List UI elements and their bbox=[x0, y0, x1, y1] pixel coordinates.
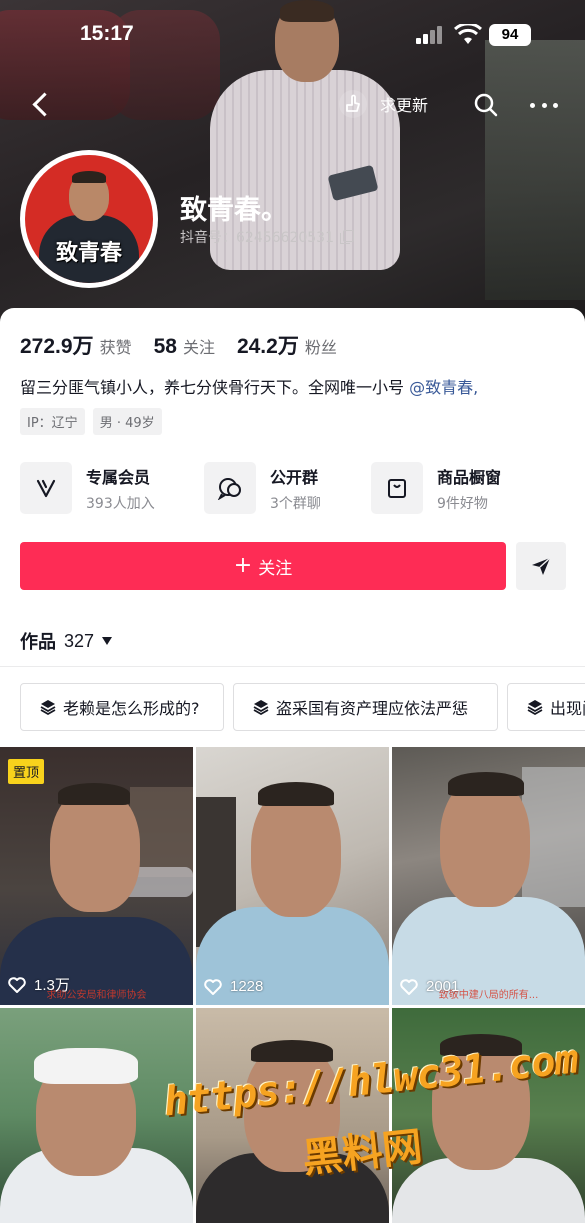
ip-location-tag: IP：辽宁 bbox=[20, 408, 85, 435]
battery-indicator: 94 bbox=[489, 24, 531, 46]
heart-icon bbox=[8, 976, 26, 993]
feature-membership[interactable]: 专属会员 393人加入 bbox=[20, 460, 155, 516]
plus-icon: + bbox=[233, 553, 253, 578]
video-thumbnail[interactable]: 1228 bbox=[196, 747, 389, 1005]
heart-icon bbox=[204, 978, 222, 995]
works-label: 作品 bbox=[20, 632, 56, 653]
back-button[interactable] bbox=[28, 88, 56, 122]
chat-icon bbox=[204, 462, 256, 514]
video-thumbnail[interactable] bbox=[0, 1008, 193, 1223]
feature-public-group[interactable]: 公开群 3个群聊 bbox=[204, 460, 321, 516]
works-count: 327 bbox=[64, 630, 95, 651]
follow-label: 关注 bbox=[258, 558, 293, 579]
collection-chip[interactable]: 盗采国有资产理应依法严惩 bbox=[233, 683, 498, 731]
video-thumbnail[interactable]: 致敬中建八局的所有... 2001 bbox=[392, 747, 585, 1005]
feature-title: 公开群 bbox=[270, 467, 319, 487]
background-window bbox=[485, 40, 585, 300]
bio-mention-link[interactable]: @致青春, bbox=[409, 378, 478, 397]
profile-tags: IP：辽宁 男 · 49岁 bbox=[20, 408, 170, 435]
request-update-button[interactable]: 求更新 bbox=[338, 88, 428, 120]
profile-header: 15:17 94 求更新 致青春 致青春。 抖音号：62456620531 bbox=[0, 0, 585, 330]
search-icon[interactable] bbox=[471, 90, 501, 120]
stat-followers[interactable]: 24.2万 粉丝 bbox=[237, 330, 337, 360]
likes-count: 1228 bbox=[230, 978, 264, 995]
feature-entries: 专属会员 393人加入 公开群 3个群聊 商品橱窗 9件好物 bbox=[20, 460, 580, 520]
request-update-label: 求更新 bbox=[380, 96, 429, 115]
tab-works[interactable]: 作品 327 bbox=[20, 628, 113, 654]
stat-label: 粉丝 bbox=[304, 338, 337, 357]
feature-title: 商品橱窗 bbox=[437, 467, 502, 487]
stat-label: 获赞 bbox=[99, 338, 132, 357]
collection-label: 老赖是怎么形成的? bbox=[63, 699, 200, 718]
copy-icon[interactable] bbox=[339, 230, 354, 244]
douyin-id: 抖音号：62456620531 bbox=[180, 230, 334, 246]
douyin-id-row: 抖音号：62456620531 bbox=[180, 227, 354, 247]
video-likes: 2001 bbox=[400, 978, 459, 995]
layers-icon bbox=[40, 700, 56, 716]
collection-label: 盗采国有资产理应依法严惩 bbox=[276, 699, 469, 718]
video-grid: 置顶 求助公安局和律师协会 1.3万 1228 致敬中建八局的所有... 200… bbox=[0, 747, 585, 1223]
collection-chip[interactable]: 老赖是怎么形成的? bbox=[20, 683, 224, 731]
feature-subtitle: 393人加入 bbox=[86, 495, 155, 512]
collection-chip[interactable]: 出现问 bbox=[507, 683, 585, 731]
stat-value: 272.9万 bbox=[20, 335, 94, 358]
avatar[interactable]: 致青春 bbox=[20, 150, 158, 288]
wifi-icon bbox=[454, 24, 482, 44]
chevron-down-icon bbox=[102, 637, 113, 645]
video-likes: 1228 bbox=[204, 978, 263, 995]
heart-icon bbox=[400, 978, 418, 995]
gender-age-tag: 男 · 49岁 bbox=[92, 408, 162, 435]
stat-likes[interactable]: 272.9万 获赞 bbox=[20, 330, 132, 360]
bio-text: 留三分匪气镇小人，养七分侠骨行天下。全网唯一小号 bbox=[20, 378, 410, 397]
status-time: 15:17 bbox=[80, 22, 134, 45]
layers-icon bbox=[253, 700, 269, 716]
stat-value: 58 bbox=[153, 335, 177, 358]
layers-icon bbox=[527, 700, 543, 716]
more-options-icon[interactable] bbox=[530, 92, 558, 118]
stat-value: 24.2万 bbox=[236, 335, 299, 358]
divider bbox=[0, 666, 585, 667]
feature-subtitle: 9件好物 bbox=[437, 495, 488, 512]
feature-title: 专属会员 bbox=[86, 467, 151, 487]
v-icon bbox=[20, 462, 72, 514]
follow-button[interactable]: + 关注 bbox=[20, 542, 506, 590]
shop-icon bbox=[371, 462, 423, 514]
cellular-signal-icon bbox=[416, 26, 444, 44]
stats-row: 272.9万 获赞 58 关注 24.2万 粉丝 bbox=[20, 330, 359, 360]
collections-row: 老赖是怎么形成的? 盗采国有资产理应依法严惩 出现问 bbox=[20, 683, 585, 733]
feature-shop-window[interactable]: 商品橱窗 9件好物 bbox=[371, 460, 501, 516]
pinned-badge: 置顶 bbox=[8, 759, 45, 784]
profile-nickname: 致青春。 bbox=[180, 195, 288, 226]
avatar-text: 致青春 bbox=[55, 241, 122, 266]
share-button[interactable] bbox=[516, 542, 566, 590]
send-icon bbox=[532, 557, 551, 575]
stat-following[interactable]: 58 关注 bbox=[154, 334, 215, 359]
profile-bio: 留三分匪气镇小人，养七分侠骨行天下。全网唯一小号 @致青春, bbox=[20, 374, 478, 398]
collection-label: 出现问 bbox=[550, 699, 585, 718]
video-thumbnail[interactable]: 置顶 求助公安局和律师协会 1.3万 bbox=[0, 747, 193, 1005]
avatar-image: 致青春 bbox=[25, 155, 153, 283]
status-bar: 15:17 94 bbox=[0, 18, 585, 54]
likes-count: 2001 bbox=[426, 978, 460, 995]
stat-label: 关注 bbox=[182, 338, 215, 357]
hand-point-icon bbox=[339, 90, 367, 118]
likes-count: 1.3万 bbox=[34, 977, 70, 994]
video-likes: 1.3万 bbox=[8, 974, 70, 995]
feature-subtitle: 3个群聊 bbox=[270, 495, 321, 512]
